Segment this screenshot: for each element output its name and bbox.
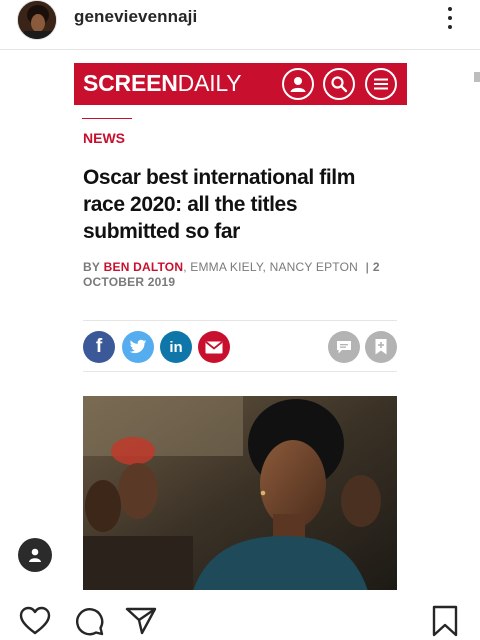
article-hero-image[interactable] — [83, 396, 397, 590]
email-icon[interactable] — [198, 331, 230, 363]
article-byline: BY BEN DALTON, EMMA KIELY, NANCY EPTON |… — [83, 260, 393, 290]
section-divider — [82, 118, 132, 119]
post-actions — [0, 590, 480, 640]
share-divider-top — [83, 320, 397, 321]
more-icon[interactable] — [440, 4, 460, 32]
byline-prefix: BY — [83, 260, 101, 274]
screendaily-header: SCREENDAILY — [74, 63, 407, 105]
bookmark-add-icon[interactable] — [365, 331, 397, 363]
profile-username[interactable]: genevievennaji — [74, 7, 197, 27]
twitter-icon[interactable] — [122, 331, 154, 363]
profile-avatar[interactable] — [17, 0, 57, 40]
byline-author[interactable]: BEN DALTON — [104, 260, 184, 274]
scrollbar[interactable] — [474, 72, 480, 82]
send-icon[interactable] — [124, 604, 158, 638]
linkedin-glyph: in — [169, 338, 183, 356]
linkedin-icon[interactable]: in — [160, 331, 192, 363]
byline-coauthors: , EMMA KIELY, NANCY EPTON — [183, 260, 359, 274]
share-divider-bottom — [83, 371, 397, 372]
heart-icon[interactable] — [18, 604, 52, 638]
search-icon[interactable] — [323, 68, 355, 100]
facebook-glyph: f — [95, 336, 103, 357]
user-icon[interactable] — [282, 68, 314, 100]
save-icon[interactable] — [428, 604, 462, 638]
comment-icon[interactable] — [328, 331, 360, 363]
site-logo[interactable]: SCREENDAILY — [83, 70, 242, 97]
facebook-icon[interactable]: f — [83, 331, 115, 363]
menu-icon[interactable] — [365, 68, 397, 100]
byline-separator: | — [365, 260, 369, 274]
article-headline: Oscar best international film race 2020:… — [83, 166, 355, 243]
comment-bubble-icon[interactable] — [72, 604, 106, 638]
section-label[interactable]: NEWS — [83, 130, 125, 146]
tagged-user-icon[interactable] — [18, 538, 52, 572]
post-header: genevievennaji — [0, 0, 480, 50]
shared-article-screenshot: SCREENDAILY NEWS Oscar best internationa… — [0, 50, 480, 590]
